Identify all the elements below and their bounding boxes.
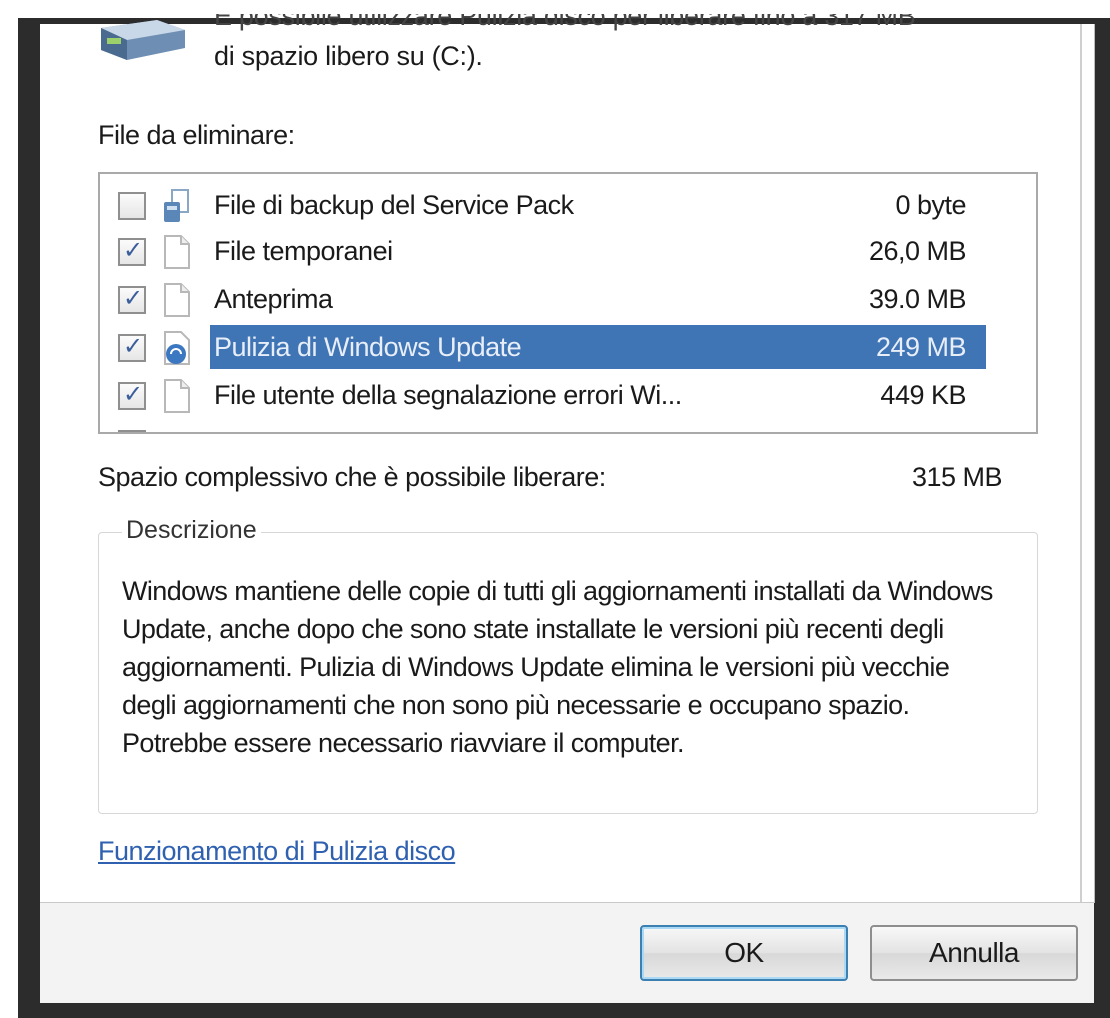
service-pack-icon (164, 189, 189, 222)
description-title: Descrizione (122, 516, 261, 545)
file-name: File utente della segnalazione errori Wi… (214, 380, 682, 410)
disk-cleanup-help-link[interactable]: Funzionamento di Pulizia disco (98, 836, 456, 867)
list-item[interactable]: File temporanei 26,0 MB (100, 228, 986, 274)
windows-update-icon (164, 331, 190, 365)
files-to-delete-label: File da eliminare: (98, 120, 295, 150)
file-checkbox[interactable] (118, 380, 146, 410)
file-checkbox[interactable] (118, 332, 146, 362)
description-text: Windows mantiene delle copie di tutti gl… (122, 576, 993, 758)
list-item[interactable]: File utente della segnalazione errori Wi… (100, 372, 986, 418)
file-name: File di backup del Service Pack (214, 190, 574, 220)
list-item[interactable]: File di backup del Service Pack 0 byte (100, 182, 986, 228)
file-checkbox[interactable] (118, 430, 146, 432)
header-message-line1: È possibile utilizzare Pulizia disco per… (214, 14, 916, 31)
file-size: 449 KB (880, 380, 966, 410)
file-checkbox[interactable] (118, 192, 146, 220)
list-item-selected[interactable]: Pulizia di Windows Update 249 MB (100, 324, 986, 370)
total-space-value: 315 MB (912, 462, 1003, 492)
disk-cleanup-drive-icon (101, 20, 185, 60)
cancel-button[interactable]: Annulla (870, 925, 1078, 981)
blank-file-icon (164, 235, 190, 269)
files-listbox[interactable]: File di backup del Service Pack 0 byte F… (98, 172, 1038, 434)
file-name: Anteprima (214, 284, 333, 314)
list-item[interactable]: Anteprima 39.0 MB (100, 276, 986, 322)
list-item-partial (100, 420, 986, 432)
file-checkbox[interactable] (118, 236, 146, 266)
ok-button[interactable]: OK (640, 925, 848, 981)
window-border-bottom (18, 1003, 1110, 1018)
window-border-left (18, 22, 40, 1018)
blank-file-icon (164, 379, 190, 413)
file-name: File temporanei (214, 236, 393, 266)
file-size: 249 MB (875, 332, 967, 362)
file-name: Pulizia di Windows Update (210, 325, 986, 369)
file-size: 39.0 MB (868, 284, 967, 314)
blank-file-icon (164, 283, 190, 317)
window-border-right (1094, 18, 1110, 1018)
file-size: 0 byte (895, 190, 966, 220)
total-space-label: Spazio complessivo che è possibile liber… (98, 462, 606, 492)
file-checkbox[interactable] (118, 284, 146, 314)
header-message: È possibile utilizzare Pulizia disco per… (214, 14, 915, 76)
file-size: 26,0 MB (868, 236, 967, 266)
panel-edge (1080, 24, 1082, 902)
header-message-line2: di spazio libero su (C:). (214, 41, 483, 71)
